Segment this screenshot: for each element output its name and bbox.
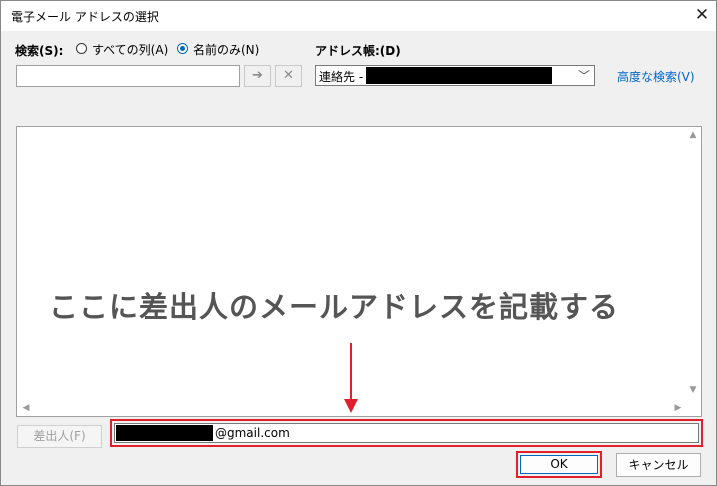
from-email-suffix: @gmail.com xyxy=(215,426,290,440)
search-label: 検索(S): xyxy=(15,44,64,58)
chevron-down-icon: ﹀ xyxy=(578,69,591,83)
scroll-right-icon[interactable]: ▶ xyxy=(672,403,684,413)
close-icon[interactable]: ✕ xyxy=(691,4,713,26)
advanced-search-link[interactable]: 高度な検索(V) xyxy=(617,68,695,85)
search-input[interactable] xyxy=(16,65,240,87)
arrow-right-icon: ➔ xyxy=(252,68,263,83)
title-bar: 電子メール アドレスの選択 ✕ xyxy=(1,1,716,31)
cancel-button[interactable]: キャンセル xyxy=(616,453,701,477)
search-go-button[interactable]: ➔ xyxy=(244,65,271,87)
window-title: 電子メール アドレスの選択 xyxy=(11,10,159,24)
redacted-block xyxy=(366,67,552,84)
address-book-value: 連絡先 - xyxy=(319,70,364,84)
from-highlight-box: @gmail.com xyxy=(110,419,703,447)
ok-button[interactable]: OK xyxy=(520,455,598,474)
from-email-field[interactable]: @gmail.com xyxy=(114,423,699,443)
close-icon: ✕ xyxy=(283,68,294,83)
scroll-up-icon[interactable]: ▲ xyxy=(687,130,699,140)
clear-search-button[interactable]: ✕ xyxy=(275,65,302,87)
annotation-text: ここに差出人のメールアドレスを記載する xyxy=(49,290,620,324)
radio-all-columns-label[interactable]: すべての列(A) xyxy=(92,41,168,58)
radio-all-columns[interactable] xyxy=(76,43,87,54)
scroll-down-icon[interactable]: ▼ xyxy=(687,385,699,395)
redacted-block xyxy=(116,425,213,441)
annotation-arrow xyxy=(344,343,358,413)
address-book-label: アドレス帳:(D) xyxy=(315,44,401,58)
radio-name-only[interactable] xyxy=(177,43,188,54)
from-button[interactable]: 差出人(F) xyxy=(17,425,102,448)
scroll-left-icon[interactable]: ◀ xyxy=(20,403,32,413)
radio-name-only-label[interactable]: 名前のみ(N) xyxy=(193,41,259,58)
address-book-select[interactable]: 連絡先 - ﹀ xyxy=(315,65,595,86)
ok-highlight-box: OK xyxy=(516,451,602,478)
email-address-dialog: 電子メール アドレスの選択 ✕ 検索(S): すべての列(A) 名前のみ(N) … xyxy=(0,0,717,486)
